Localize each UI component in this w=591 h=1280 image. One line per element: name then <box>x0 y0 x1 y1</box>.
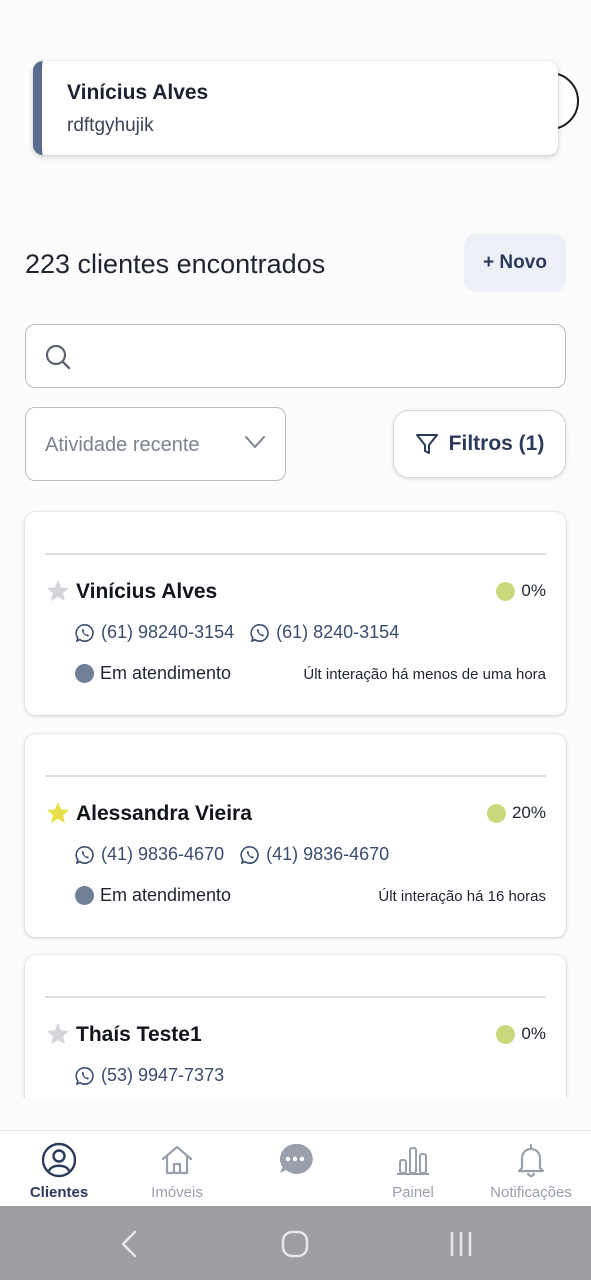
client-card[interactable]: Thaís Teste1 0% (53) 9947-7373 <box>25 955 566 1105</box>
whatsapp-phone-link[interactable]: (61) 98240-3154 <box>75 622 234 643</box>
home-button-icon[interactable] <box>279 1228 311 1260</box>
nav-label: Notificações <box>490 1184 572 1201</box>
toast-title: Vinícius Alves <box>67 81 209 104</box>
last-interaction: Últ interação há 16 horas <box>378 888 546 905</box>
nav-label: Painel <box>392 1184 434 1201</box>
system-navigation-bar <box>0 1206 591 1280</box>
toast-notification[interactable]: Vinícius Alves rdftgyhujik <box>33 61 558 155</box>
nav-item-imoveis[interactable]: Imóveis <box>118 1131 236 1207</box>
score-dot <box>496 1024 516 1044</box>
phone-number: (41) 9836-4670 <box>266 844 390 864</box>
toast-message: rdftgyhujik <box>67 115 154 136</box>
chevron-down-icon <box>245 436 265 448</box>
card-divider <box>45 775 546 777</box>
chat-icon <box>280 1143 313 1174</box>
client-name: Alessandra Vieira <box>76 802 252 825</box>
whatsapp-icon <box>75 845 94 864</box>
phone-list: (53) 9947-7373 <box>75 1065 224 1086</box>
phone-list: (41) 9836-4670 (41) 9836-4670 <box>75 844 389 865</box>
nav-item-notificacoes[interactable]: Notificações <box>472 1131 590 1207</box>
status-badge: Em atendimento <box>75 885 231 906</box>
score-dot <box>496 581 516 601</box>
bottom-navigation: Clientes Imóveis Painel Notificações <box>0 1130 591 1206</box>
back-icon[interactable] <box>114 1228 146 1260</box>
status-dot <box>75 886 94 905</box>
new-client-button[interactable]: + Novo <box>464 234 566 292</box>
whatsapp-phone-link[interactable]: (61) 8240-3154 <box>250 622 399 643</box>
phone-number: (61) 8240-3154 <box>276 622 400 642</box>
card-divider <box>45 996 546 998</box>
nav-label: Imóveis <box>151 1184 203 1201</box>
user-circle-icon <box>41 1142 77 1178</box>
whatsapp-icon <box>75 1066 94 1085</box>
score-badge: 0% <box>496 1024 546 1044</box>
score-value: 0% <box>521 581 546 600</box>
client-name: Thaís Teste1 <box>76 1023 202 1046</box>
star-icon[interactable] <box>45 1021 71 1047</box>
star-icon[interactable] <box>45 578 71 604</box>
whatsapp-phone-link[interactable]: (41) 9836-4670 <box>240 844 389 865</box>
status-text: Em atendimento <box>100 663 232 683</box>
score-badge: 20% <box>486 803 546 823</box>
bell-icon <box>517 1143 545 1178</box>
sort-select[interactable]: Atividade recente <box>25 407 286 481</box>
clients-count: 223 clientes encontrados <box>25 249 326 279</box>
phone-number: (41) 9836-4670 <box>101 844 225 864</box>
search-input[interactable] <box>86 337 546 377</box>
score-badge: 0% <box>496 581 546 601</box>
status-badge: Em atendimento <box>75 663 231 684</box>
phone-list: (61) 98240-3154 (61) 8240-3154 <box>75 622 399 643</box>
star-icon[interactable] <box>45 800 71 826</box>
score-value: 0% <box>521 1024 546 1043</box>
bar-chart-icon <box>397 1147 429 1175</box>
card-divider <box>45 553 546 555</box>
sort-selected-value: Atividade recente <box>45 434 200 456</box>
last-interaction: Últ interação há menos de uma hora <box>303 666 546 683</box>
filters-label: Filtros (1) <box>448 432 545 455</box>
recent-apps-icon[interactable] <box>445 1228 477 1260</box>
list-scroll-edge <box>0 1098 591 1132</box>
whatsapp-icon <box>240 845 259 864</box>
clients-screen: Vinícius Alves rdftgyhujik 223 clientes … <box>0 0 591 1280</box>
nav-item-clientes[interactable]: Clientes <box>0 1131 118 1207</box>
whatsapp-icon <box>250 623 269 642</box>
search-icon <box>45 344 71 370</box>
client-name: Vinícius Alves <box>76 580 218 603</box>
client-card[interactable]: Alessandra Vieira 20% (41) 9836-4670 (41… <box>25 734 566 937</box>
phone-number: (53) 9947-7373 <box>101 1065 225 1085</box>
client-card[interactable]: Vinícius Alves 0% (61) 98240-3154 (61) 8… <box>25 512 566 715</box>
status-dot <box>75 664 94 683</box>
nav-item-painel[interactable]: Painel <box>354 1131 472 1207</box>
whatsapp-icon <box>75 623 94 642</box>
filter-icon <box>415 434 438 454</box>
score-dot <box>486 803 506 823</box>
nav-label: Clientes <box>29 1184 89 1201</box>
nav-item-chat[interactable] <box>236 1131 354 1207</box>
whatsapp-phone-link[interactable]: (53) 9947-7373 <box>75 1065 224 1086</box>
home-icon <box>161 1145 193 1175</box>
phone-number: (61) 98240-3154 <box>101 622 235 642</box>
filters-button[interactable]: Filtros (1) <box>393 410 566 478</box>
status-text: Em atendimento <box>100 885 232 905</box>
search-box[interactable] <box>25 324 566 388</box>
score-value: 20% <box>511 803 546 822</box>
whatsapp-phone-link[interactable]: (41) 9836-4670 <box>75 844 224 865</box>
